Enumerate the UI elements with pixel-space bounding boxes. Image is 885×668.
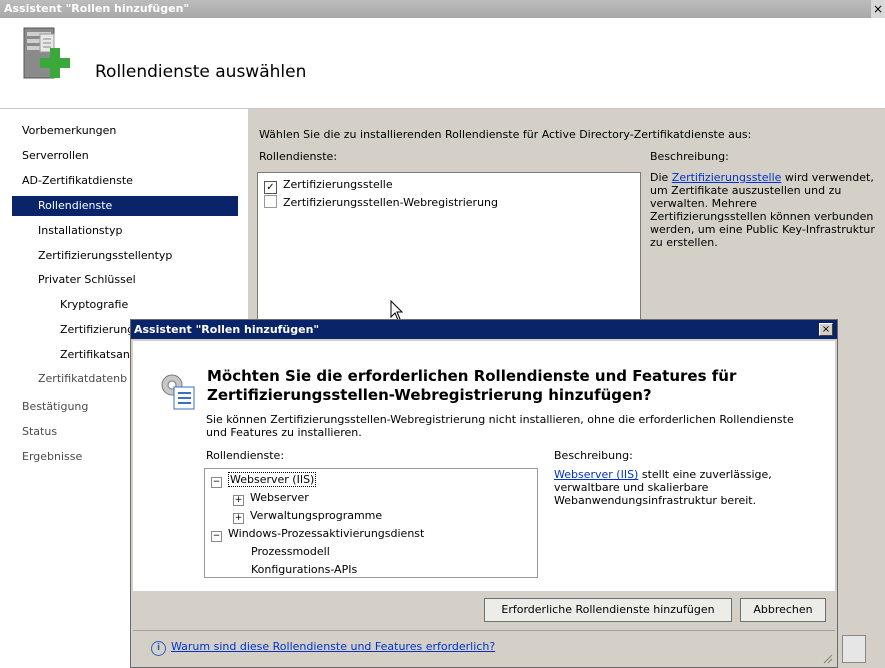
dialog-description: Webserver (IIS) stellt eine zuverlässige… bbox=[554, 468, 824, 507]
checkbox[interactable]: ✓ bbox=[264, 181, 277, 194]
dialog-role-services-label: Rollendienste: bbox=[206, 449, 285, 462]
dialog-title: Assistent "Rollen hinzufügen" bbox=[131, 320, 837, 339]
nav-item-rollendienste[interactable]: Rollendienste bbox=[12, 196, 238, 216]
description-link[interactable]: Webserver (IIS) bbox=[554, 468, 638, 481]
nav-item-ergebnisse[interactable]: Ergebnisse bbox=[22, 447, 82, 467]
tree-item-label: Verwaltungsprogramme bbox=[250, 509, 383, 522]
tree-item-label: Webserver bbox=[250, 491, 309, 504]
why-required-link[interactable]: Warum sind diese Rollendienste und Featu… bbox=[171, 640, 495, 653]
role-description: Die Zertifizierungsstelle wird verwendet… bbox=[650, 171, 875, 249]
tree-item-prozessaktivierungsdienst[interactable]: − Windows-Prozessaktivierungsdienst bbox=[211, 525, 424, 543]
collapse-icon[interactable]: − bbox=[211, 477, 222, 488]
nav-item-zertifikatdatenbank[interactable]: Zertifikatdatenb bbox=[38, 369, 127, 389]
tree-item-label: Prozessmodell bbox=[251, 545, 330, 558]
wizard-header: Rollendienste auswählen bbox=[0, 18, 885, 109]
tree-item-webserver-iis[interactable]: − Webserver (IIS) bbox=[211, 471, 317, 489]
role-service-label: Zertifizierungsstelle bbox=[283, 178, 393, 191]
role-service-zertifizierungsstelle[interactable]: ✓ Zertifizierungsstelle bbox=[264, 176, 393, 194]
dialog-explanation: Sie können Zertifizierungsstellen-Webreg… bbox=[206, 413, 794, 439]
main-window-button[interactable] bbox=[842, 635, 866, 663]
nav-item-vorbemerkungen[interactable]: Vorbemerkungen bbox=[22, 121, 116, 141]
expand-icon[interactable]: + bbox=[233, 513, 244, 524]
nav-item-zertifikatsan[interactable]: Zertifikatsan bbox=[60, 345, 130, 365]
nav-item-privater-schluessel[interactable]: Privater Schlüssel bbox=[38, 270, 136, 290]
nav-item-installationstyp[interactable]: Installationstyp bbox=[38, 221, 122, 241]
tree-item-prozessmodell[interactable]: Prozessmodell bbox=[251, 543, 330, 561]
nav-item-bestaetigung[interactable]: Bestätigung bbox=[22, 397, 88, 417]
required-services-tree[interactable]: − Webserver (IIS) + Webserver + Verwaltungs… bbox=[204, 468, 538, 578]
role-services-list[interactable]: ✓ Zertifizierungsstelle Zertifizierungsst… bbox=[257, 172, 641, 332]
cancel-button[interactable]: Abbrechen bbox=[740, 598, 826, 622]
add-features-dialog: Assistent "Rollen hinzufügen" × Möchten … bbox=[130, 319, 838, 668]
description-text: Die bbox=[650, 171, 672, 184]
checkbox[interactable] bbox=[264, 195, 277, 208]
nav-item-status[interactable]: Status bbox=[22, 422, 57, 442]
tree-item-konfigurations-apis[interactable]: Konfigurations-APIs bbox=[251, 561, 357, 579]
intro-text: Wählen Sie die zu installierenden Rollen… bbox=[259, 128, 752, 141]
main-window-title: Assistent "Rollen hinzufügen" bbox=[0, 0, 885, 18]
description-link[interactable]: Zertifizierungsstelle bbox=[672, 171, 782, 184]
divider bbox=[133, 630, 835, 631]
gear-list-icon bbox=[161, 374, 195, 410]
tree-item-verwaltungsprogramme[interactable]: + Verwaltungsprogramme bbox=[233, 507, 382, 525]
dialog-description-label: Beschreibung: bbox=[554, 449, 633, 462]
info-icon: i bbox=[151, 641, 166, 656]
tree-item-label: Webserver (IIS) bbox=[228, 472, 317, 487]
nav-item-kryptografie[interactable]: Kryptografie bbox=[60, 295, 128, 315]
add-required-services-button[interactable]: Erforderliche Rollendienste hinzufügen bbox=[484, 598, 732, 622]
role-service-webregistrierung[interactable]: Zertifizierungsstellen-Webregistrierung bbox=[264, 194, 498, 212]
description-label: Beschreibung: bbox=[650, 150, 729, 163]
dialog-body: Möchten Sie die erforderlichen Rollendie… bbox=[133, 341, 835, 591]
tree-item-label: Konfigurations-APIs bbox=[251, 563, 358, 576]
resize-grip-icon[interactable] bbox=[821, 652, 833, 664]
nav-item-zertifizierung[interactable]: Zertifizierung bbox=[60, 320, 134, 340]
tree-item-label: Windows-Prozessaktivierungsdienst bbox=[228, 527, 425, 540]
nav-item-ad-zertifikatdienste[interactable]: AD-Zertifikatdienste bbox=[22, 171, 133, 191]
expand-icon[interactable]: + bbox=[233, 495, 244, 506]
dialog-question: Möchten Sie die erforderlichen Rollendie… bbox=[207, 367, 737, 404]
page-title: Rollendienste auswählen bbox=[95, 62, 307, 82]
main-close-button[interactable]: × bbox=[871, 0, 885, 18]
nav-item-serverrollen[interactable]: Serverrollen bbox=[22, 146, 89, 166]
collapse-icon[interactable]: − bbox=[211, 531, 222, 542]
server-add-icon bbox=[23, 27, 70, 79]
dialog-close-button[interactable]: × bbox=[819, 323, 833, 336]
tree-item-webserver[interactable]: + Webserver bbox=[233, 489, 309, 507]
nav-item-zertifizierungsstellentyp[interactable]: Zertifizierungsstellentyp bbox=[38, 246, 172, 266]
role-service-label: Zertifizierungsstellen-Webregistrierung bbox=[283, 196, 498, 209]
role-services-label: Rollendienste: bbox=[259, 150, 338, 163]
